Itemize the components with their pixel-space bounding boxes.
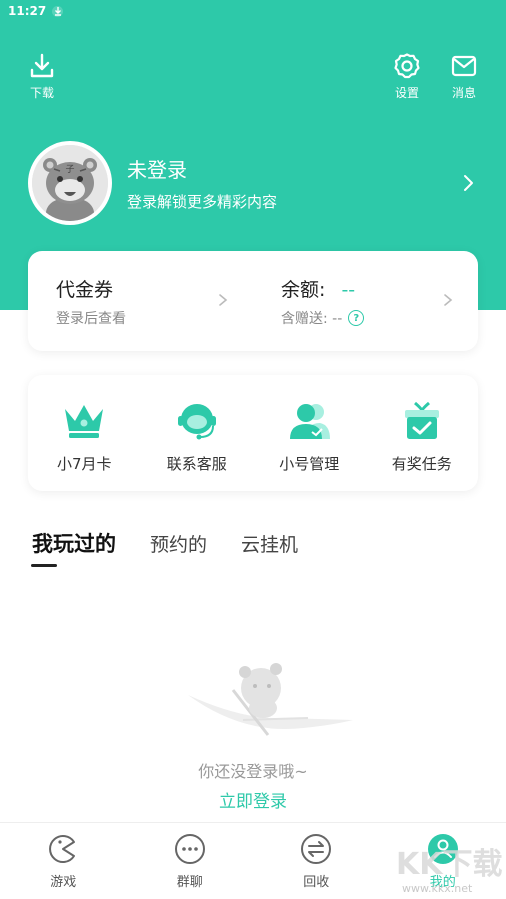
download-label: 下载 — [29, 86, 54, 100]
nav-group-chat[interactable]: 群聊 — [127, 823, 254, 899]
tab-cloud-idle[interactable]: 云挂机 — [241, 530, 298, 557]
service-label: 小号管理 — [279, 455, 340, 473]
gift-task-icon — [404, 401, 439, 439]
tiger-avatar-icon: 子 — [32, 145, 108, 221]
nav-label: 群聊 — [176, 875, 203, 890]
login-now-link[interactable]: 立即登录 — [0, 787, 506, 812]
crown-icon — [65, 405, 104, 438]
service-monthly-card[interactable]: 小7月卡 — [28, 375, 141, 491]
customer-service-icon — [177, 404, 216, 440]
avatar[interactable]: 子 — [28, 141, 112, 225]
balance-value: -- — [341, 279, 356, 301]
nav-label: 回收 — [303, 875, 330, 890]
download-icon — [30, 53, 54, 78]
download-button[interactable]: 下载 — [12, 52, 72, 101]
chevron-right-icon — [219, 294, 228, 306]
profile-row[interactable]: 子 未登录 登录解锁更多精彩内容 — [28, 141, 478, 225]
services-card: 小7月卡 联系客服 小号管理 有奖任务 — [28, 375, 478, 491]
gift-label: 含赠送: -- — [281, 311, 343, 327]
download-status-icon — [52, 5, 64, 17]
voucher-section[interactable]: 代金券 登录后查看 — [28, 251, 253, 351]
service-label: 小7月卡 — [56, 455, 112, 473]
service-customer-support[interactable]: 联系客服 — [141, 375, 254, 491]
svg-text:KK下载: KK下载 — [396, 847, 503, 882]
tab-played[interactable]: 我玩过的 — [32, 528, 116, 558]
account-management-icon — [290, 404, 331, 439]
profile-subtitle: 登录解锁更多精彩内容 — [127, 193, 278, 211]
envelope-icon — [451, 55, 477, 77]
recycle-icon — [301, 834, 332, 864]
service-label: 有奖任务 — [391, 455, 452, 473]
chat-icon — [174, 834, 205, 864]
history-tabs: 我玩过的 预约的 云挂机 — [32, 528, 298, 558]
profile-name: 未登录 — [127, 158, 187, 182]
service-account-management[interactable]: 小号管理 — [253, 375, 366, 491]
svg-text:www.kkx.net: www.kkx.net — [402, 882, 473, 895]
settings-button[interactable]: 设置 — [377, 52, 437, 101]
empty-state-message: 你还没登录哦~ — [198, 762, 308, 781]
chevron-right-icon — [444, 294, 453, 306]
balance-section[interactable]: 余额: -- 含赠送: -- ? — [253, 251, 478, 351]
balance-title: 余额: — [281, 279, 326, 301]
chevron-right-icon[interactable] — [458, 173, 478, 193]
nav-games[interactable]: 游戏 — [0, 823, 127, 899]
tab-indicator — [31, 564, 57, 567]
nav-recycle[interactable]: 回收 — [253, 823, 380, 899]
messages-button[interactable]: 消息 — [434, 52, 494, 101]
question-icon[interactable]: ? — [348, 310, 365, 326]
watermark-logo: KK下载 www.kkx.net — [396, 847, 503, 895]
game-icon — [49, 835, 76, 863]
messages-label: 消息 — [451, 86, 476, 100]
gear-icon — [394, 53, 420, 79]
service-reward-tasks[interactable]: 有奖任务 — [366, 375, 479, 491]
voucher-subtitle: 登录后查看 — [56, 311, 126, 327]
status-bar: 11:27 — [0, 0, 506, 22]
nav-label: 游戏 — [50, 875, 77, 890]
settings-label: 设置 — [394, 86, 419, 100]
tab-reserved[interactable]: 预约的 — [150, 530, 207, 557]
tiger-boat-illustration — [188, 663, 353, 736]
service-label: 联系客服 — [166, 455, 227, 473]
svg-text:子: 子 — [65, 164, 74, 175]
status-time: 11:27 — [8, 4, 47, 18]
wallet-card: 代金券 登录后查看 余额: -- 含赠送: -- ? — [28, 251, 478, 351]
